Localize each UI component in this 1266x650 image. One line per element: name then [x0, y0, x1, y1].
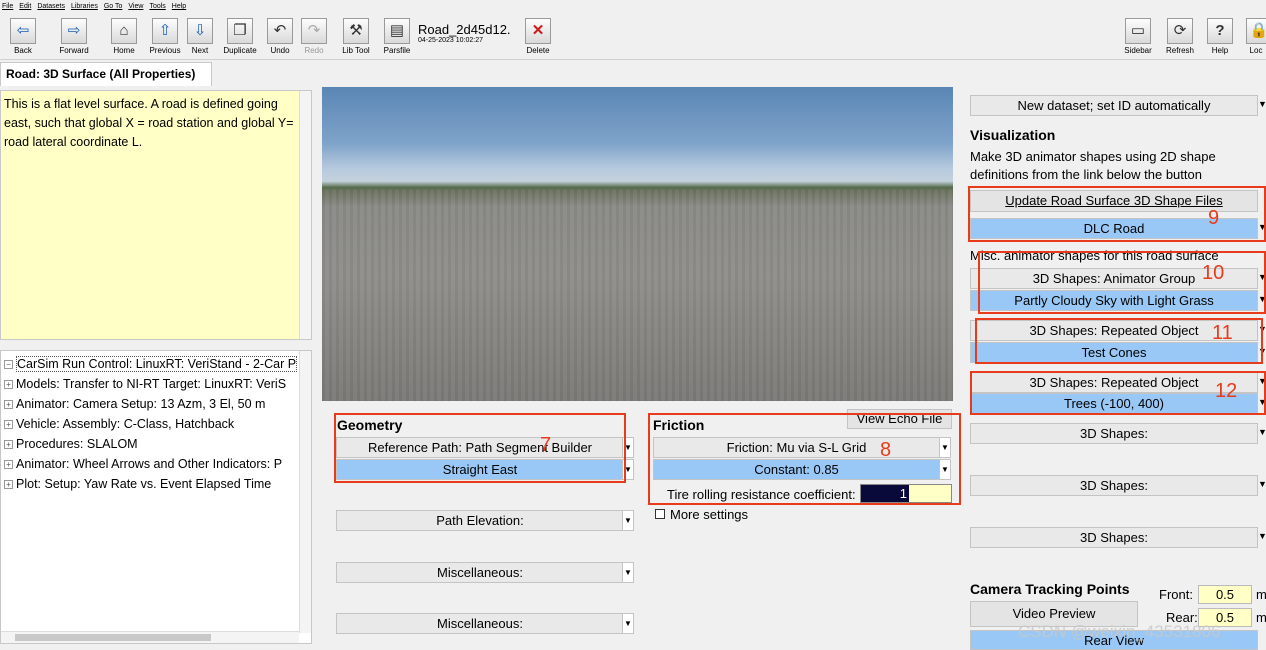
tree-item-models[interactable]: + Models: Transfer to NI-RT Target: Linux…: [1, 374, 311, 394]
duplicate-button[interactable]: ❐ Duplicate: [220, 18, 260, 58]
tree-hscrollbar[interactable]: [1, 631, 299, 643]
redo-button[interactable]: ↷ Redo: [300, 18, 328, 58]
refresh-button[interactable]: ⟳ Refresh: [1163, 18, 1197, 58]
chevron-down-icon[interactable]: ▼: [622, 562, 634, 583]
delete-button[interactable]: ✕ Delete: [524, 18, 552, 58]
menu-tools[interactable]: Tools: [149, 3, 165, 10]
more-settings-checkbox[interactable]: [655, 509, 665, 519]
highlight-box-8: [648, 413, 961, 505]
previous-button[interactable]: ⇧ Previous: [146, 18, 184, 58]
watermark: CSDN @weixin_43531806: [1018, 622, 1221, 641]
menu-edit[interactable]: Edit: [19, 3, 31, 10]
tree-item-wheel-arrows[interactable]: + Animator: Wheel Arrows and Other Indica…: [1, 454, 311, 474]
tab-road-3d-surface[interactable]: Road: 3D Surface (All Properties): [0, 62, 212, 86]
front-unit: m: [1256, 587, 1266, 602]
annotation-9: 9: [1208, 207, 1220, 229]
3d-shapes-dropdown-2[interactable]: 3D Shapes:: [970, 475, 1258, 496]
duplicate-icon: ❐: [227, 18, 253, 44]
dataset-title: Road_2d45d12.: [418, 22, 511, 37]
lock-button[interactable]: 🔒 Loc: [1246, 18, 1266, 58]
toolbar: ⇦ Back ⇨ Forward ⌂ Home ⇧ Previous ⇩ Next ❐ Du…: [0, 14, 1266, 60]
tree-vscrollbar[interactable]: [299, 351, 311, 633]
tree-item-run-control[interactable]: − CarSim Run Control: LinuxRT: VeriStand …: [1, 354, 311, 374]
chevron-down-icon[interactable]: ▼: [1258, 99, 1266, 109]
delete-x-icon: ✕: [525, 18, 551, 44]
help-question-icon: ?: [1207, 18, 1233, 44]
tree-item-vehicle[interactable]: + Vehicle: Assembly: C-Class, Hatchback: [1, 414, 311, 434]
lock-icon: 🔒: [1246, 18, 1266, 44]
road-surface: [322, 189, 953, 401]
chevron-down-icon[interactable]: ▼: [622, 613, 634, 634]
undo-button[interactable]: ↶ Undo: [266, 18, 294, 58]
chevron-down-icon[interactable]: ▼: [622, 510, 634, 531]
front-label: Front:: [1159, 587, 1193, 602]
3d-shapes-dropdown-3[interactable]: 3D Shapes:: [970, 527, 1258, 548]
miscellaneous-dropdown-1[interactable]: Miscellaneous:: [336, 562, 624, 583]
visualization-description: Make 3D animator shapes using 2D shape d…: [970, 149, 1216, 182]
annotation-8: 8: [880, 439, 892, 461]
notes-panel[interactable]: This is a flat level surface. A road is …: [0, 90, 312, 340]
more-settings-label: More settings: [670, 507, 749, 522]
collapse-icon[interactable]: −: [4, 360, 13, 369]
back-arrow-icon: ⇦: [10, 18, 36, 44]
notes-scrollbar[interactable]: [299, 91, 311, 339]
expand-icon[interactable]: +: [4, 400, 13, 409]
new-dataset-dropdown[interactable]: New dataset; set ID automatically: [970, 95, 1258, 116]
front-input[interactable]: 0.5: [1198, 585, 1252, 604]
back-button[interactable]: ⇦ Back: [4, 18, 42, 58]
help-button[interactable]: ? Help: [1205, 18, 1235, 58]
expand-icon[interactable]: +: [4, 480, 13, 489]
highlight-box-9: [968, 186, 1266, 242]
dataset-date: 04-25-2023 10:02:27: [418, 37, 483, 44]
highlight-box-7: [334, 413, 626, 483]
menu-view[interactable]: View: [128, 3, 143, 10]
document-icon: ▤: [384, 18, 410, 44]
tree-item-plot[interactable]: + Plot: Setup: Yaw Rate vs. Event Elapsed…: [1, 474, 311, 494]
path-elevation-dropdown[interactable]: Path Elevation:: [336, 510, 624, 531]
expand-icon[interactable]: +: [4, 440, 13, 449]
rear-unit: m: [1256, 610, 1266, 625]
scroll-thumb[interactable]: [15, 634, 211, 641]
home-button[interactable]: ⌂ Home: [108, 18, 140, 58]
menu-datasets[interactable]: Datasets: [37, 3, 65, 10]
3d-shapes-dropdown-1[interactable]: 3D Shapes:: [970, 423, 1258, 444]
camera-tracking-heading: Camera Tracking Points: [970, 581, 1130, 597]
expand-icon[interactable]: +: [4, 380, 13, 389]
menu-bar: File Edit Datasets Libraries Go To View Tools H…: [0, 0, 1266, 14]
annotation-10: 10: [1202, 262, 1225, 284]
visualization-heading: Visualization: [970, 127, 1056, 143]
home-icon: ⌂: [111, 18, 137, 44]
tree-item-procedures[interactable]: + Procedures: SLALOM: [1, 434, 311, 454]
forward-arrow-icon: ⇨: [61, 18, 87, 44]
parsfile-button[interactable]: ▤ Parsfile: [382, 18, 412, 58]
menu-help[interactable]: Help: [172, 3, 186, 10]
chevron-down-icon[interactable]: ▼: [1258, 531, 1266, 541]
menu-file[interactable]: File: [2, 3, 13, 10]
next-button[interactable]: ⇩ Next: [186, 18, 214, 58]
wrench-icon: ⚒: [343, 18, 369, 44]
annotation-11: 11: [1212, 322, 1233, 344]
road-3d-preview: [322, 87, 953, 401]
down-arrow-icon: ⇩: [187, 18, 213, 44]
chevron-down-icon[interactable]: ▼: [1258, 427, 1266, 437]
sidebar-button[interactable]: ▭ Sidebar: [1121, 18, 1155, 58]
menu-goto[interactable]: Go To: [104, 3, 123, 10]
forward-button[interactable]: ⇨ Forward: [54, 18, 94, 58]
refresh-icon: ⟳: [1167, 18, 1193, 44]
up-arrow-icon: ⇧: [152, 18, 178, 44]
lib-tool-button[interactable]: ⚒ Lib Tool: [338, 18, 374, 58]
expand-icon[interactable]: +: [4, 460, 13, 469]
expand-icon[interactable]: +: [4, 420, 13, 429]
menu-libraries[interactable]: Libraries: [71, 3, 98, 10]
annotation-12: 12: [1215, 380, 1238, 402]
tree-item-camera-setup[interactable]: + Animator: Camera Setup: 13 Azm, 3 El, 5…: [1, 394, 311, 414]
miscellaneous-dropdown-2[interactable]: Miscellaneous:: [336, 613, 624, 634]
run-tree-panel: − CarSim Run Control: LinuxRT: VeriStand …: [0, 350, 312, 644]
sidebar-icon: ▭: [1125, 18, 1151, 44]
undo-icon: ↶: [267, 18, 293, 44]
redo-icon: ↷: [301, 18, 327, 44]
notes-text: This is a flat level surface. A road is …: [4, 97, 294, 149]
annotation-7: 7: [540, 434, 552, 456]
chevron-down-icon[interactable]: ▼: [1258, 479, 1266, 489]
